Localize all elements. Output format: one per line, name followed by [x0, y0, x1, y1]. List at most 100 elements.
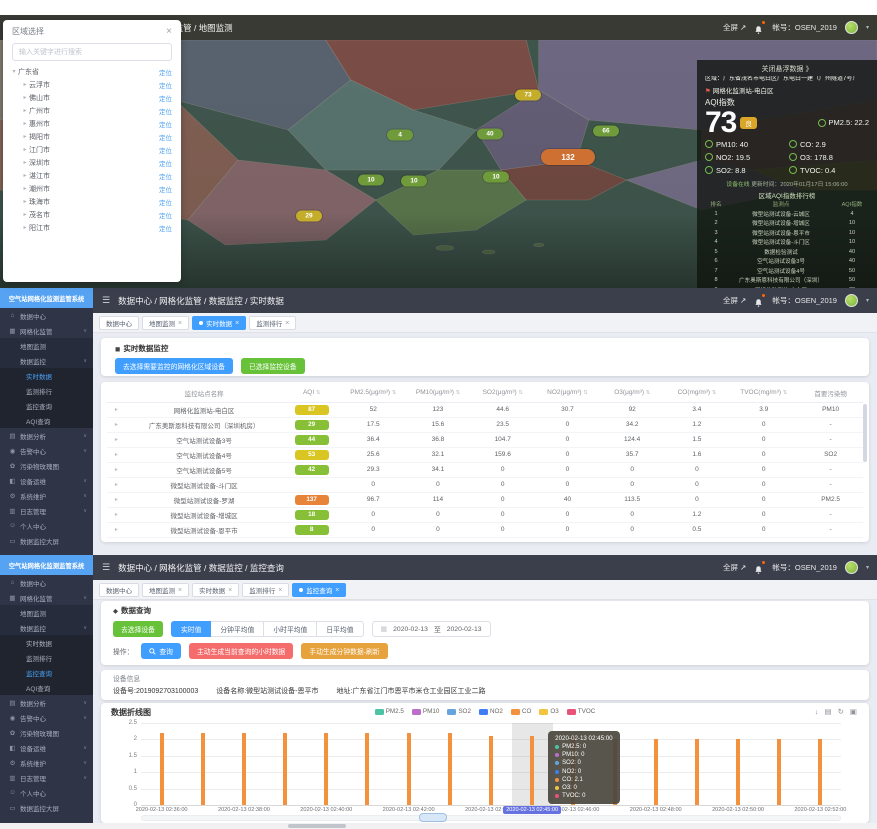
sidebar-item-数据监控[interactable]: 数据监控∨ — [0, 353, 93, 368]
horizontal-scrollbar[interactable] — [0, 823, 877, 829]
expand-row-icon[interactable]: ▸ — [115, 407, 118, 413]
bar-2020-02-13 02:44:00[interactable] — [489, 736, 493, 805]
close-tab-icon[interactable]: × — [235, 320, 239, 327]
sort-icon[interactable]: ⇅ — [582, 390, 588, 396]
locate-link[interactable]: 定位 — [159, 80, 172, 90]
bar-2020-02-13 02:51:00[interactable] — [777, 739, 781, 805]
sort-icon[interactable]: ⇅ — [517, 390, 523, 396]
chevron-down-icon[interactable]: ▾ — [866, 297, 869, 304]
sidebar-item-数据分析[interactable]: ▤数据分析∨ — [0, 695, 93, 710]
tab-监测排行[interactable]: 监测排行× — [242, 583, 289, 597]
sidebar-item-告警中心[interactable]: ◉告警中心∨ — [0, 443, 93, 458]
chevron-down-icon[interactable]: ▾ — [866, 564, 869, 571]
legend-item-SO2[interactable]: SO2 — [447, 708, 471, 715]
avatar[interactable] — [845, 561, 858, 574]
date-to[interactable]: 2020-02-13 — [447, 626, 482, 633]
rank-row[interactable]: 1微型站测试设备-云城区4 — [705, 209, 869, 219]
datazoom-handle[interactable] — [419, 813, 447, 822]
mode-button-小时平均值[interactable]: 小时平均值 — [264, 621, 317, 637]
expand-row-icon[interactable]: ▸ — [115, 437, 118, 443]
map-aqi-marker[interactable]: 10 — [358, 175, 384, 186]
tab-实时数据[interactable]: 实时数据× — [192, 583, 239, 597]
sidebar-item-系统维护[interactable]: ⚙系统维护∨ — [0, 488, 93, 503]
tree-node-city[interactable]: ▸江门市定位 — [3, 143, 181, 156]
sidebar-item-日志管理[interactable]: ▥日志管理∨ — [0, 503, 93, 518]
tab-监控查询[interactable]: 监控查询× — [292, 583, 346, 597]
table-row[interactable]: ▸微型站测试设备-增城区18000001.20- — [107, 507, 863, 522]
legend-item-TVOC[interactable]: TVOC — [567, 708, 596, 715]
date-range-picker[interactable]: ▦ 2020-02-13 至 2020-02-13 — [372, 621, 491, 637]
menu-toggle-icon[interactable]: ☰ — [102, 295, 110, 306]
bar-2020-02-13 02:36:00[interactable] — [160, 733, 164, 805]
expand-row-icon[interactable]: ▸ — [115, 452, 118, 458]
locate-link[interactable]: 定位 — [159, 106, 172, 116]
avatar[interactable] — [845, 21, 858, 34]
sidebar-item-网格化监管[interactable]: ▦网格化监管∨ — [0, 323, 93, 338]
locate-link[interactable]: 定位 — [159, 210, 172, 220]
tree-node-city[interactable]: ▸揭阳市定位 — [3, 130, 181, 143]
close-tab-icon[interactable]: × — [278, 587, 282, 594]
selected-devices-button[interactable]: 已选择监控设备 — [241, 358, 305, 374]
select-device-button[interactable]: 去选择设备 — [113, 621, 163, 637]
table-row[interactable]: ▸微型站测试设备-斗门区0000000- — [107, 477, 863, 492]
map-aqi-marker[interactable]: 66 — [593, 126, 619, 137]
rank-row[interactable]: 7空气站测试设备4号50 — [705, 266, 869, 276]
locate-link[interactable]: 定位 — [159, 158, 172, 168]
mode-button-分钟平均值[interactable]: 分钟平均值 — [211, 621, 264, 637]
legend-item-NO2[interactable]: NO2 — [479, 708, 503, 715]
bar-2020-02-13 02:43:00[interactable] — [448, 733, 452, 805]
rank-row[interactable]: 6空气站测试设备3号40 — [705, 257, 869, 267]
rank-row[interactable]: 5数据检验测试40 — [705, 247, 869, 257]
map-aqi-marker[interactable]: 40 — [477, 129, 503, 140]
tree-node-city[interactable]: ▸珠海市定位 — [3, 195, 181, 208]
sidebar-item-设备运维[interactable]: ◧设备运维∨ — [0, 740, 93, 755]
sidebar-item-设备运维[interactable]: ◧设备运维∨ — [0, 473, 93, 488]
tab-数据中心[interactable]: 数据中心 — [99, 583, 139, 597]
avatar[interactable] — [845, 294, 858, 307]
bar-2020-02-13 02:49:00[interactable] — [695, 739, 699, 805]
sidebar-item-数据监控大屏[interactable]: ▭数据监控大屏 — [0, 533, 93, 548]
map-aqi-marker[interactable]: 29 — [296, 211, 322, 222]
sidebar-item-监测排行[interactable]: 监测排行 — [0, 383, 93, 398]
sidebar-item-告警中心[interactable]: ◉告警中心∨ — [0, 710, 93, 725]
bar-2020-02-13 02:42:00[interactable] — [407, 733, 411, 805]
locate-link[interactable]: 定位 — [159, 67, 172, 77]
tab-监测排行[interactable]: 监测排行× — [249, 316, 296, 330]
sidebar-item-数据中心[interactable]: ⌂数据中心 — [0, 308, 93, 323]
expand-row-icon[interactable]: ▸ — [115, 512, 118, 518]
table-row[interactable]: ▸空气站测试设备3号4436.436.8104.70124.41.50- — [107, 432, 863, 447]
tree-node-city[interactable]: ▸惠州市定位 — [3, 117, 181, 130]
bar-2020-02-13 02:48:00[interactable] — [654, 739, 658, 805]
table-row[interactable]: ▸空气站测试设备4号5325.632.1159.6035.71.60SO2 — [107, 447, 863, 462]
sort-icon[interactable]: ⇅ — [454, 390, 460, 396]
bar-2020-02-13 02:37:00[interactable] — [201, 733, 205, 805]
locate-link[interactable]: 定位 — [159, 223, 172, 233]
table-row[interactable]: ▸微型站测试设备-恩平市8000000.50- — [107, 522, 863, 537]
tree-node-city[interactable]: ▸云浮市定位 — [3, 78, 181, 91]
tree-node-city[interactable]: ▸茂名市定位 — [3, 208, 181, 221]
sidebar-item-数据监控大屏[interactable]: ▭数据监控大屏 — [0, 800, 93, 815]
legend-item-CO[interactable]: CO — [511, 708, 531, 715]
sidebar-item-AQI查询[interactable]: AQI查询 — [0, 680, 93, 695]
fullscreen-button[interactable]: 全屏 ↗ — [723, 22, 746, 33]
close-tab-icon[interactable]: × — [178, 587, 182, 594]
close-tab-icon[interactable]: × — [228, 587, 232, 594]
refresh-minute-data-button[interactable]: 手动生成分钟数据-刷新 — [301, 643, 387, 659]
sort-icon[interactable]: ⇅ — [314, 390, 320, 396]
tree-node-city[interactable]: ▸阳江市定位 — [3, 221, 181, 234]
close-tab-icon[interactable]: × — [335, 587, 339, 594]
fullscreen-button[interactable]: 全屏 ↗ — [723, 562, 746, 573]
table-row[interactable]: ▸网格化监测站-电白区875212344.630.7923.43.9PM10 — [107, 402, 863, 417]
locate-link[interactable]: 定位 — [159, 171, 172, 181]
tree-node-city[interactable]: ▸湛江市定位 — [3, 169, 181, 182]
map-aqi-marker[interactable]: 10 — [401, 176, 427, 187]
mode-button-日平均值[interactable]: 日平均值 — [317, 621, 363, 637]
table-row[interactable]: ▸广东奥斯恩科技有限公司（深圳机房）2917.515.623.5034.21.2… — [107, 417, 863, 432]
mode-button-实时值[interactable]: 实时值 — [171, 621, 211, 637]
tab-地图监测[interactable]: 地图监测× — [142, 316, 189, 330]
locate-link[interactable]: 定位 — [159, 197, 172, 207]
sidebar-item-污染物玫瑰图[interactable]: ✿污染物玫瑰图 — [0, 458, 93, 473]
sidebar-item-个人中心[interactable]: ☺个人中心 — [0, 518, 93, 533]
locate-link[interactable]: 定位 — [159, 93, 172, 103]
bar-2020-02-13 02:52:00[interactable] — [818, 739, 822, 805]
